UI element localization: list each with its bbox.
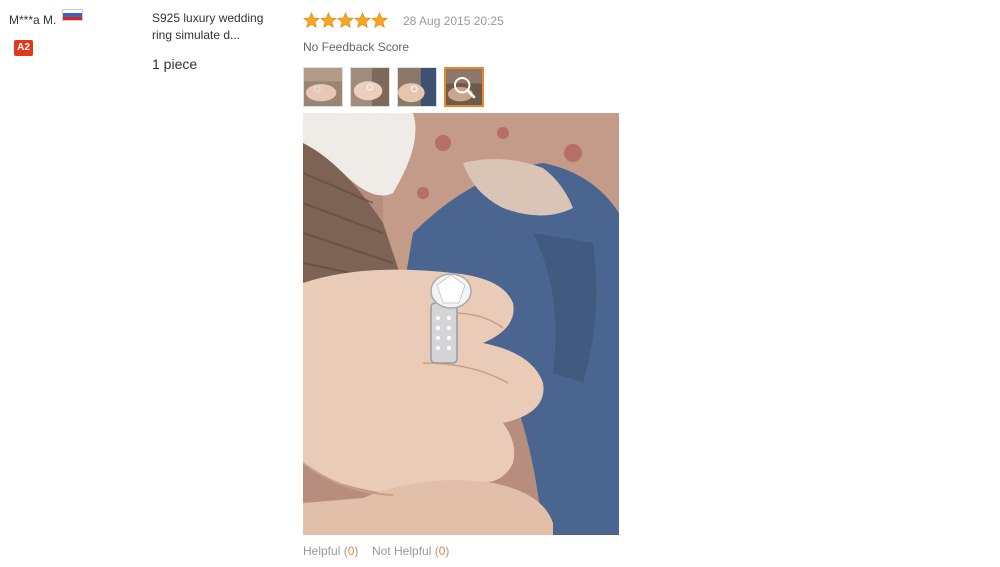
helpful-link[interactable]: Helpful (0) bbox=[303, 544, 358, 558]
helpful-count: 0 bbox=[347, 544, 355, 558]
review-photo-thumbnail[interactable] bbox=[303, 67, 343, 107]
star-icon bbox=[337, 12, 354, 29]
review-date: 28 Aug 2015 20:25 bbox=[403, 14, 504, 28]
star-icon bbox=[354, 12, 371, 29]
star-icon bbox=[320, 12, 337, 29]
review-photo-thumbnail-active[interactable] bbox=[444, 67, 484, 107]
not-helpful-count: 0 bbox=[438, 544, 446, 558]
level-badge: A2 bbox=[14, 40, 33, 56]
feedback-score: No Feedback Score bbox=[303, 40, 410, 54]
russia-flag-icon bbox=[62, 9, 83, 21]
review-photo-large[interactable] bbox=[303, 113, 619, 535]
not-helpful-link[interactable]: Not Helpful (0) bbox=[372, 544, 449, 558]
star-icon bbox=[371, 12, 388, 29]
reviewer-name: M***a M. bbox=[9, 13, 57, 27]
helpful-label[interactable]: Helpful bbox=[303, 544, 340, 558]
magnifier-icon[interactable] bbox=[446, 69, 482, 105]
quantity: 1 piece bbox=[152, 56, 198, 72]
rating-stars bbox=[303, 12, 388, 29]
not-helpful-label[interactable]: Not Helpful bbox=[372, 544, 431, 558]
star-icon bbox=[303, 12, 320, 29]
review-photo-thumbnail[interactable] bbox=[397, 67, 437, 107]
product-title[interactable]: S925 luxury wedding ring simulate d... bbox=[152, 10, 282, 44]
review-photo-thumbnail[interactable] bbox=[350, 67, 390, 107]
